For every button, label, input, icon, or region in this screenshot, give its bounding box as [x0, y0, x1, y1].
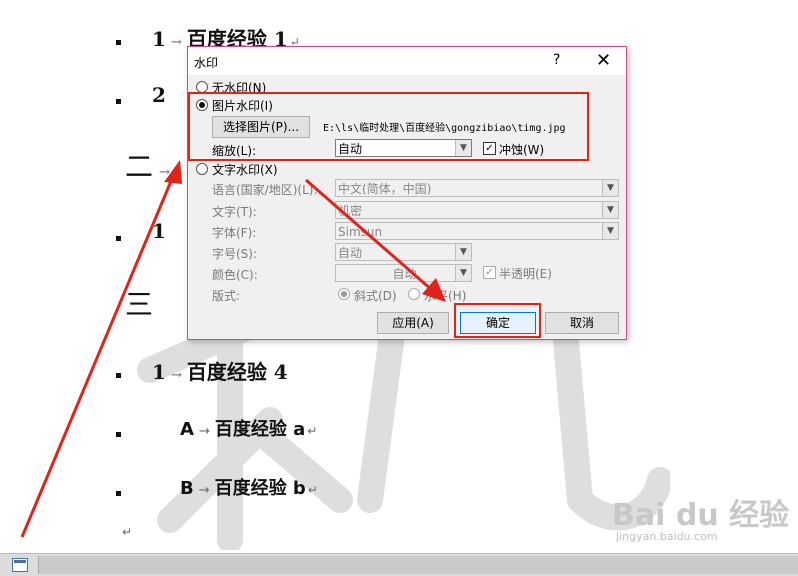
text-label: 文字(T): — [212, 205, 257, 219]
heading-two: 二 → — [125, 150, 170, 183]
list-item: 2 — [152, 83, 166, 107]
diagonal-label[interactable]: 斜式(D) — [354, 287, 397, 304]
list-item: 1 → 百度经验 4 — [152, 360, 288, 384]
font-select[interactable]: Simsun ▼ — [335, 222, 619, 240]
page-view-icon[interactable] — [12, 558, 28, 572]
status-bar — [0, 553, 798, 576]
horizontal-radio[interactable] — [408, 288, 420, 300]
dialog-title: 水印 — [194, 56, 219, 70]
semitransparent-checkbox[interactable]: ✓ — [483, 266, 496, 279]
help-button[interactable]: ? — [553, 52, 560, 68]
watermark-dialog: 水印 ? ✕ 无水印(N) 图片水印(I) 选择图片(P)... E:\ls\临… — [187, 46, 627, 340]
apply-button[interactable]: 应用(A) — [377, 312, 449, 334]
diagonal-radio[interactable] — [338, 288, 350, 300]
logo-url: jingyan.baidu.com — [616, 530, 718, 543]
dialog-titlebar[interactable]: 水印 ? ✕ — [188, 47, 626, 75]
text-select[interactable]: 机密 ▼ — [335, 201, 619, 219]
bullet — [116, 491, 121, 496]
paragraph-mark: ↵ — [122, 525, 133, 539]
baidu-jingyan-logo: Bai du 经验 jingyan.baidu.com — [612, 488, 790, 552]
annotation-box-ok-button — [454, 303, 541, 338]
list-item: B → 百度经验 b ↵ — [180, 478, 318, 499]
semitransparent-label[interactable]: 半透明(E) — [499, 265, 552, 282]
color-select[interactable]: 自动 ▼ — [335, 264, 472, 282]
bullet — [116, 432, 121, 437]
text-watermark-label[interactable]: 文字水印(X) — [212, 161, 278, 178]
horizontal-label[interactable]: 水平(H) — [424, 287, 466, 304]
bullet — [116, 373, 121, 378]
logo-brand: Bai du 经验 — [612, 498, 790, 533]
layout-label: 版式: — [212, 289, 241, 303]
bullet — [116, 236, 121, 241]
status-bar-strip — [38, 556, 798, 574]
size-label: 字号(S): — [212, 247, 258, 261]
heading-three: 三 — [125, 288, 154, 321]
list-item: 1 — [152, 219, 166, 243]
size-select[interactable]: 自动 ▼ — [335, 243, 472, 261]
color-label: 颜色(C): — [212, 268, 258, 282]
text-watermark-radio[interactable] — [196, 163, 208, 175]
font-label: 字体(F): — [212, 226, 257, 240]
list-item: A → 百度经验 a ↵ — [180, 419, 318, 440]
language-label: 语言(国家/地区)(L): — [212, 183, 318, 197]
chevron-down-icon[interactable]: ▼ — [602, 202, 618, 218]
chevron-down-icon[interactable]: ▼ — [455, 244, 471, 260]
language-select[interactable]: 中文(简体，中国) ▼ — [335, 179, 619, 197]
chevron-down-icon[interactable]: ▼ — [455, 265, 471, 281]
annotation-box-picture-settings — [188, 92, 589, 161]
chevron-down-icon[interactable]: ▼ — [602, 223, 618, 239]
chevron-down-icon[interactable]: ▼ — [602, 180, 618, 196]
bullet — [116, 40, 121, 45]
close-button[interactable]: ✕ — [596, 50, 611, 71]
cancel-button[interactable]: 取消 — [545, 312, 619, 334]
bullet — [116, 99, 121, 104]
